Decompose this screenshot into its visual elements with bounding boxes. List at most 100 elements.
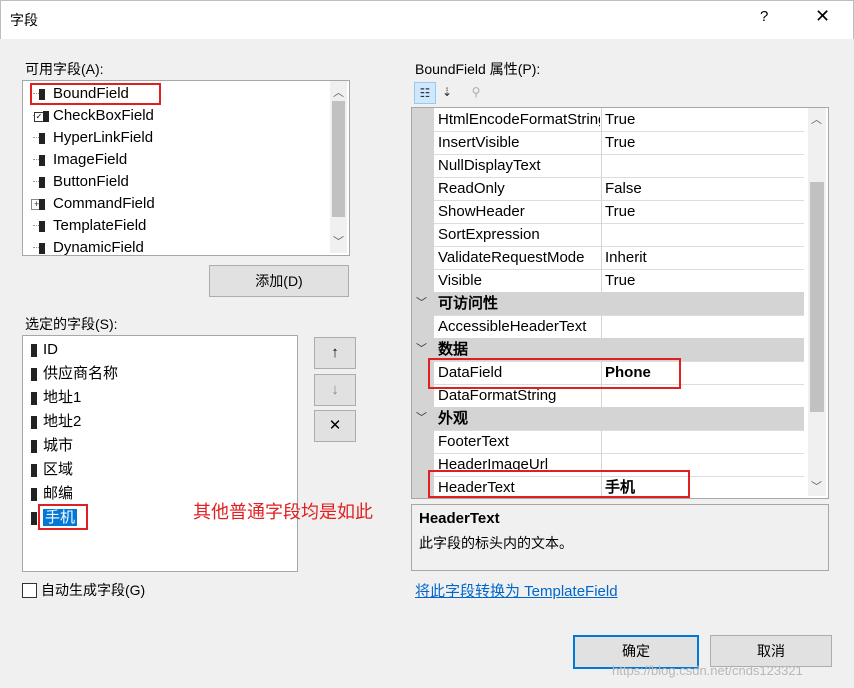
- property-value[interactable]: Inherit: [605, 246, 801, 269]
- available-field-item[interactable]: HyperLinkField: [31, 127, 153, 149]
- property-value[interactable]: True: [605, 200, 801, 223]
- bound-field-icon: [31, 367, 37, 381]
- property-gutter: [412, 246, 434, 269]
- property-category-row[interactable]: ﹀ 外观: [412, 407, 804, 431]
- selected-fields-list[interactable]: ID 供应商名称 地址1 地址2 城市 区域 邮编 手机: [22, 335, 298, 572]
- selected-field-item[interactable]: 城市: [31, 434, 73, 458]
- phone-highlight-box: [38, 504, 88, 530]
- grid-scroll-thumb[interactable]: [810, 182, 824, 412]
- property-row[interactable]: Visible True: [412, 269, 804, 293]
- bound-field-icon: [31, 439, 37, 453]
- property-row[interactable]: ShowHeader True: [412, 200, 804, 224]
- checkbox-field-icon: ✓: [31, 109, 49, 123]
- property-name: Visible: [438, 272, 482, 289]
- available-fields-list[interactable]: BoundField ✓ CheckBoxField HyperLinkField Im…: [22, 80, 350, 256]
- convert-template-link[interactable]: 将此字段转换为 TemplateField: [415, 580, 618, 601]
- property-row[interactable]: ValidateRequestMode Inherit: [412, 246, 804, 270]
- move-down-button[interactable]: ↓: [314, 374, 356, 406]
- property-gutter: [412, 223, 434, 246]
- available-field-item[interactable]: TemplateField: [31, 215, 146, 237]
- property-name: FooterText: [438, 433, 509, 450]
- available-field-item[interactable]: ButtonField: [31, 171, 129, 193]
- property-value[interactable]: False: [605, 177, 801, 200]
- property-row[interactable]: SortExpression: [412, 223, 804, 247]
- collapse-chevron-icon[interactable]: ﹀: [416, 292, 427, 315]
- available-scrollbar[interactable]: ︿ ﹀: [330, 81, 347, 253]
- property-row[interactable]: InsertVisible True: [412, 131, 804, 155]
- available-field-item[interactable]: ✓ CheckBoxField: [31, 105, 154, 127]
- property-name: SortExpression: [438, 226, 540, 243]
- selected-field-item[interactable]: 地址2: [31, 410, 81, 434]
- property-value[interactable]: [605, 223, 801, 246]
- selected-field-item[interactable]: 邮编: [31, 482, 73, 506]
- selected-field-item[interactable]: ID: [31, 338, 58, 362]
- selected-field-item[interactable]: 地址1: [31, 386, 81, 410]
- title-bar: [0, 0, 854, 39]
- property-pages-icon[interactable]: ⚲: [466, 82, 486, 102]
- selected-field-item[interactable]: 区域: [31, 458, 73, 482]
- property-name: 可访问性: [438, 295, 499, 312]
- property-name: ShowHeader: [438, 203, 525, 220]
- property-gutter: [412, 131, 434, 154]
- property-value[interactable]: [605, 154, 801, 177]
- property-value[interactable]: [605, 315, 801, 338]
- collapse-chevron-icon[interactable]: ﹀: [416, 407, 427, 430]
- categorized-icon[interactable]: ☷: [414, 82, 436, 104]
- scroll-down-icon[interactable]: ﹀: [330, 233, 347, 249]
- properties-label: BoundField 属性(P):: [415, 61, 541, 77]
- collapse-chevron-icon[interactable]: ﹀: [416, 338, 427, 361]
- delete-field-button[interactable]: ✕: [314, 410, 356, 442]
- scroll-up-icon[interactable]: ︿: [330, 84, 347, 100]
- bound-field-icon: [31, 391, 37, 405]
- property-row[interactable]: NullDisplayText: [412, 154, 804, 178]
- selected-field-item[interactable]: 供应商名称: [31, 362, 118, 386]
- property-value[interactable]: True: [605, 108, 801, 131]
- bound-field-icon: [31, 487, 37, 501]
- property-name: NullDisplayText: [438, 157, 541, 174]
- add-button[interactable]: 添加(D): [209, 265, 349, 297]
- property-value[interactable]: True: [605, 131, 801, 154]
- alphabetical-sort-icon[interactable]: ⇣: [437, 82, 457, 102]
- column-divider: [601, 154, 602, 177]
- available-field-item[interactable]: + CommandField: [31, 193, 155, 215]
- available-field-label: DynamicField: [53, 239, 144, 256]
- property-row[interactable]: HtmlEncodeFormatString True: [412, 108, 804, 132]
- property-scrollbar[interactable]: ︿ ﹀: [808, 108, 826, 496]
- property-row[interactable]: FooterText: [412, 430, 804, 454]
- property-value[interactable]: [605, 430, 801, 453]
- available-field-label: HyperLinkField: [53, 129, 154, 146]
- annotation-text: 其他普通字段均是如此: [193, 502, 373, 523]
- property-gutter: [412, 177, 434, 200]
- available-field-label: ImageField: [53, 151, 128, 168]
- property-category-row[interactable]: ﹀ 可访问性: [412, 292, 804, 316]
- property-row[interactable]: ReadOnly False: [412, 177, 804, 201]
- property-grid[interactable]: HtmlEncodeFormatString True InsertVisible T…: [411, 107, 829, 499]
- column-divider: [601, 108, 602, 131]
- description-title: HeaderText: [419, 510, 500, 527]
- auto-generate-label: 自动生成字段(G): [41, 582, 146, 598]
- auto-generate-checkbox[interactable]: [22, 583, 37, 598]
- close-button[interactable]: ✕: [815, 6, 830, 27]
- property-name: ValidateRequestMode: [438, 249, 585, 266]
- property-row[interactable]: AccessibleHeaderText: [412, 315, 804, 339]
- column-divider: [601, 246, 602, 269]
- boundfield-highlight-box: [30, 83, 161, 105]
- grid-scroll-down-icon[interactable]: ﹀: [808, 478, 825, 494]
- available-field-item[interactable]: DynamicField: [31, 237, 144, 259]
- image-field-icon: [31, 153, 49, 167]
- property-name: InsertVisible: [438, 134, 520, 151]
- bound-field-icon: [31, 511, 37, 525]
- bound-field-icon: [31, 343, 37, 357]
- move-up-button[interactable]: ↑: [314, 337, 356, 369]
- headertext-highlight-box: [428, 470, 690, 498]
- grid-scroll-up-icon[interactable]: ︿: [808, 111, 825, 127]
- help-button[interactable]: ?: [760, 8, 768, 25]
- available-field-label: CheckBoxField: [53, 107, 154, 124]
- command-field-icon: +: [31, 197, 49, 211]
- selected-field-label: ID: [43, 341, 58, 358]
- selected-field-label: 区域: [43, 461, 74, 478]
- available-field-item[interactable]: ImageField: [31, 149, 127, 171]
- scroll-thumb[interactable]: [332, 101, 345, 217]
- property-value[interactable]: True: [605, 269, 801, 292]
- column-divider: [601, 131, 602, 154]
